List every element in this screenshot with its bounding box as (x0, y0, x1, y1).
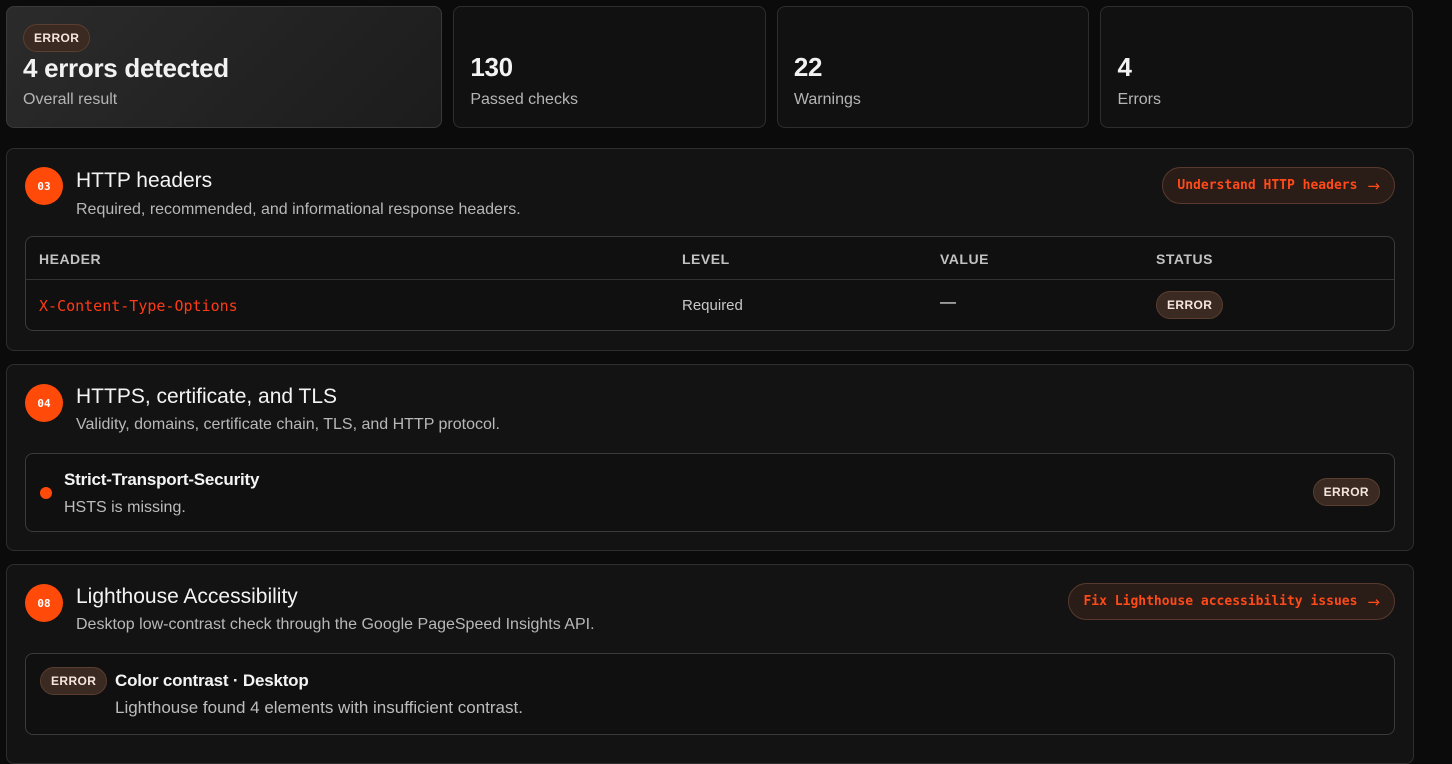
summary-cards: ERROR 4 errors detected Overall result 1… (6, 6, 1413, 128)
overall-label: Overall result (23, 91, 118, 108)
header-level: Required (682, 297, 743, 314)
list-item[interactable]: ERROR Color contrast · Desktop Lighthous… (25, 653, 1395, 735)
warnings-label: Warnings (793, 91, 861, 108)
overall-headline: 4 errors detected (23, 53, 229, 83)
section-number-badge: 04 (25, 384, 63, 422)
status-badge: ERROR (1156, 291, 1224, 319)
understand-http-headers-button[interactable]: Understand HTTP headers → (1162, 167, 1395, 204)
section-description: Desktop low-contrast check through the G… (76, 616, 595, 633)
arrow-right-icon: → (1367, 592, 1380, 611)
warnings-value: 22 (793, 52, 823, 82)
section-number-badge: 03 (25, 167, 63, 205)
overall-status-badge: ERROR (23, 24, 91, 52)
passed-checks-value: 130 (470, 52, 513, 82)
section-title: HTTPS, certificate, and TLS (76, 385, 338, 408)
column-level: LEVEL (682, 251, 730, 267)
headers-table: HEADER LEVEL VALUE STATUS X-Content-Type… (25, 236, 1395, 331)
column-value: VALUE (940, 251, 989, 267)
action-label: Fix Lighthouse accessibility issues (1083, 594, 1358, 609)
table-header-row: HEADER LEVEL VALUE STATUS (26, 237, 1394, 280)
passed-checks-card: 130 Passed checks (453, 6, 766, 128)
item-description: HSTS is missing. (64, 499, 186, 516)
errors-card: 4 Errors (1100, 6, 1413, 128)
errors-label: Errors (1117, 91, 1161, 108)
table-row: X-Content-Type-Options Required — ERROR (26, 280, 1394, 330)
passed-checks-label: Passed checks (470, 91, 578, 108)
arrow-right-icon: → (1367, 176, 1380, 195)
warnings-card: 22 Warnings (776, 6, 1090, 128)
header-value: — (940, 294, 956, 311)
item-title: Color contrast · Desktop (115, 671, 309, 690)
overall-result-card: ERROR 4 errors detected Overall result (6, 6, 443, 128)
section-number-badge: 08 (25, 584, 63, 622)
status-dot-icon (40, 487, 52, 499)
column-status: STATUS (1156, 251, 1213, 267)
section-https-tls: 04 HTTPS, certificate, and TLS Validity,… (6, 364, 1414, 551)
header-name-link[interactable]: X-Content-Type-Options (39, 297, 238, 315)
section-title: Lighthouse Accessibility (76, 585, 298, 608)
item-title: Strict-Transport-Security (64, 470, 260, 489)
section-lighthouse-accessibility: 08 Lighthouse Accessibility Desktop low-… (6, 564, 1414, 764)
action-label: Understand HTTP headers (1177, 178, 1358, 193)
section-description: Validity, domains, certificate chain, TL… (76, 416, 500, 433)
column-header: HEADER (39, 251, 102, 267)
errors-value: 4 (1117, 52, 1132, 82)
section-http-headers: 03 HTTP headers Required, recommended, a… (6, 148, 1414, 351)
section-description: Required, recommended, and informational… (76, 201, 521, 218)
item-description: Lighthouse found 4 elements with insuffi… (115, 698, 523, 717)
fix-lighthouse-issues-button[interactable]: Fix Lighthouse accessibility issues → (1068, 583, 1395, 620)
list-item[interactable]: Strict-Transport-Security HSTS is missin… (25, 453, 1395, 532)
status-badge: ERROR (40, 667, 108, 695)
status-badge: ERROR (1312, 478, 1380, 506)
section-title: HTTP headers (76, 169, 213, 192)
